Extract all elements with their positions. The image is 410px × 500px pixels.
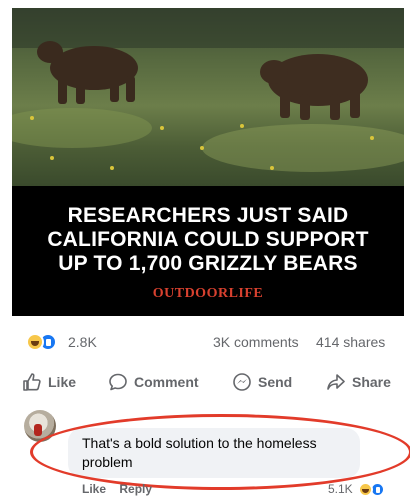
reaction-icons[interactable] <box>26 333 60 351</box>
share-label: Share <box>352 374 391 390</box>
comment-reactions[interactable]: 5.1K <box>328 482 385 497</box>
post-photo-grizzly-bears[interactable] <box>12 8 404 186</box>
share-button[interactable]: Share <box>326 368 391 396</box>
send-label: Send <box>258 374 293 390</box>
haha-reaction-icon <box>26 333 44 351</box>
post-actions-row: Like Comment Send Share <box>12 368 404 396</box>
comment-reply-link[interactable]: Reply <box>119 482 152 496</box>
avatar[interactable] <box>24 410 56 442</box>
share-arrow-icon <box>327 374 345 390</box>
comment-like-link[interactable]: Like <box>82 482 106 496</box>
comment-meta: Like Reply <box>82 482 162 496</box>
comment-icon <box>109 373 127 391</box>
shares-count[interactable]: 414 shares <box>316 334 385 350</box>
post-stats-row: 2.8K 3K comments 414 shares <box>12 330 404 354</box>
like-button[interactable]: Like <box>22 368 76 396</box>
reaction-count[interactable]: 2.8K <box>68 334 97 350</box>
comments-count[interactable]: 3K comments <box>213 334 299 350</box>
messenger-icon <box>233 373 251 391</box>
post-headline: RESEARCHERS JUST SAID CALIFORNIA COULD S… <box>47 204 369 275</box>
haha-reaction-icon <box>358 482 373 497</box>
publisher-logo: OUTDOORLIFE <box>152 286 264 301</box>
comment-bubble[interactable]: That's a bold solution to the homeless p… <box>68 428 360 478</box>
bears-in-meadow-illustration <box>12 8 404 172</box>
comment-reaction-count: 5.1K <box>328 482 353 496</box>
comment-button[interactable]: Comment <box>108 368 199 396</box>
comment-label: Comment <box>134 374 199 390</box>
thumbs-up-icon <box>23 373 41 391</box>
comment-text: That's a bold solution to the homeless p… <box>82 435 317 470</box>
send-button[interactable]: Send <box>232 368 292 396</box>
comment-thread: That's a bold solution to the homeless p… <box>12 404 410 500</box>
post-caption-panel: RESEARCHERS JUST SAID CALIFORNIA COULD S… <box>12 186 404 316</box>
like-label: Like <box>48 374 77 390</box>
